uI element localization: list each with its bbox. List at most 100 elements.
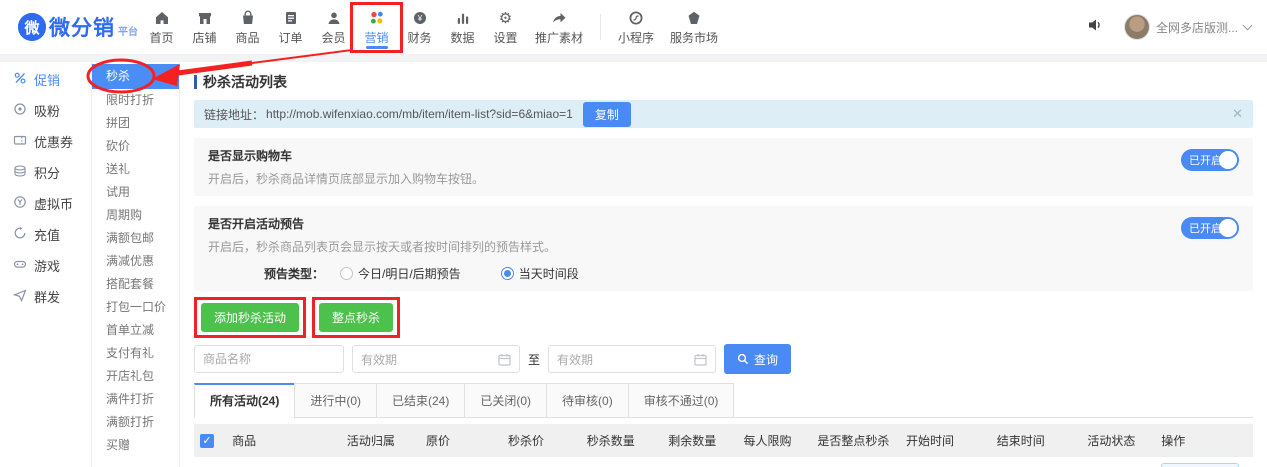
points-icon — [13, 164, 27, 181]
user-menu[interactable]: 全网多店版测... — [1124, 14, 1251, 40]
submenu-item[interactable]: 周期购 — [92, 204, 179, 227]
sidebar-item-virtual-coin[interactable]: 虚拟币 — [0, 188, 91, 219]
link-url: http://mob.wifenxiao.com/mb/item/item-li… — [266, 107, 573, 121]
submenu-item[interactable]: 搭配套餐 — [92, 273, 179, 296]
col-header-price: 原价 — [420, 424, 502, 457]
logo-brand-text: 微分销 — [49, 12, 115, 42]
nav-item-members[interactable]: 会员 — [312, 0, 355, 54]
nav-item-shop[interactable]: 店铺 — [183, 0, 226, 54]
nav-label: 设置 — [493, 29, 517, 46]
sidebar-label: 积分 — [34, 163, 60, 182]
sidebar-item-game[interactable]: 游戏 — [0, 250, 91, 281]
submenu-item[interactable]: 打包一口价 — [92, 296, 179, 319]
submenu-item[interactable]: 砍价 — [92, 135, 179, 158]
tab-closed[interactable]: 已关闭(0) — [464, 383, 547, 418]
tab-label: 待审核(0) — [562, 394, 613, 408]
tab-label: 所有活动(24) — [210, 394, 279, 408]
sidebar-item-fans[interactable]: 吸粉 — [0, 95, 91, 126]
start-date-input[interactable]: 有效期 — [352, 345, 520, 373]
submenu-item[interactable]: 满件打折 — [92, 388, 179, 411]
notice-type-row: 预告类型： 今日/明日/后期预告 当天时间段 — [208, 265, 1239, 282]
end-date-input[interactable]: 有效期 — [548, 345, 716, 373]
submenu-label: 满额打折 — [106, 415, 154, 429]
nav-item-home[interactable]: 首页 — [140, 0, 183, 54]
nav-label: 首页 — [149, 29, 173, 46]
sidebar-item-coupon[interactable]: 优惠券 — [0, 126, 91, 157]
tab-pending-review[interactable]: 待审核(0) — [546, 383, 629, 418]
submenu-item[interactable]: 限时打折 — [92, 89, 179, 112]
submenu-label: 打包一口价 — [106, 300, 166, 314]
coupon-icon — [13, 133, 27, 150]
product-name-input[interactable] — [194, 345, 344, 373]
submenu-label: 送礼 — [106, 162, 130, 176]
tab-label: 审核不通过(0) — [644, 394, 719, 408]
notice-toggle[interactable]: 已开启 — [1181, 217, 1239, 239]
page-title-text: 秒杀活动列表 — [203, 72, 287, 92]
copy-button[interactable]: 复制 — [583, 102, 631, 127]
radio-option-time-slot[interactable]: 当天时间段 — [501, 265, 579, 282]
submenu-item[interactable]: 开店礼包 — [92, 365, 179, 388]
app-logo[interactable]: 微 微分销 平台 — [18, 12, 138, 42]
notice-type-label: 预告类型： — [264, 265, 324, 282]
nav-item-data[interactable]: 数据 — [441, 0, 484, 54]
edit-button[interactable]: 编辑 — [1161, 463, 1239, 467]
goods-icon — [239, 9, 257, 27]
nav-item-miniprogram[interactable]: 小程序 — [610, 0, 662, 54]
radio-unchecked-icon — [340, 267, 353, 280]
submenu-item[interactable]: 拼团 — [92, 112, 179, 135]
toggle-label: 已开启 — [1189, 152, 1222, 168]
nav-item-settings[interactable]: ⚙ 设置 — [484, 0, 527, 54]
submenu-item[interactable]: 送礼 — [92, 158, 179, 181]
nav-item-promote-material[interactable]: 推广素材 — [527, 0, 591, 54]
radio-option-daily-preview[interactable]: 今日/明日/后期预告 — [340, 265, 461, 282]
sidebar-item-broadcast[interactable]: 群发 — [0, 281, 91, 312]
tab-in-progress[interactable]: 进行中(0) — [294, 383, 377, 418]
tab-all-activities[interactable]: 所有活动(24) — [194, 383, 295, 418]
submenu-label: 首单立减 — [106, 323, 154, 337]
add-seckill-button[interactable]: 添加秒杀活动 — [201, 303, 299, 332]
settings-icon: ⚙ — [499, 9, 512, 27]
nav-label: 财务 — [407, 29, 431, 46]
radio-label: 当天时间段 — [519, 265, 579, 282]
submenu-item[interactable]: 满额打折 — [92, 411, 179, 434]
sidebar-label: 游戏 — [34, 256, 60, 275]
select-all-checkbox[interactable]: ✓ — [200, 434, 214, 448]
sidebar-item-promotion[interactable]: 促销 — [0, 64, 91, 95]
cell-owner: 总部 — [341, 457, 420, 467]
cell-limit: 6 — [738, 457, 812, 467]
tab-label: 已关闭(0) — [480, 394, 531, 408]
search-button-label: 查询 — [754, 351, 778, 368]
close-icon[interactable]: ✕ — [1232, 106, 1243, 122]
volume-icon[interactable] — [1086, 17, 1104, 38]
submenu-item[interactable]: 满额包邮 — [92, 227, 179, 250]
fans-icon — [13, 102, 27, 119]
sidebar-item-recharge[interactable]: 充值 — [0, 219, 91, 250]
cart-toggle[interactable]: 已开启 — [1181, 149, 1239, 171]
promote-icon — [550, 9, 568, 27]
nav-item-marketing[interactable]: 营销 — [355, 0, 398, 54]
title-accent-bar — [194, 75, 197, 89]
nav-item-finance[interactable]: ¥ 财务 — [398, 0, 441, 54]
nav-item-orders[interactable]: 订单 — [269, 0, 312, 54]
submenu-item-seckill[interactable]: 秒杀 — [92, 64, 179, 89]
submenu-item[interactable]: 试用 — [92, 181, 179, 204]
sidebar-label: 群发 — [34, 287, 60, 306]
search-button[interactable]: 查询 — [724, 344, 791, 374]
chevron-down-icon — [1243, 21, 1253, 31]
nav-item-service-market[interactable]: 服务市场 — [662, 0, 726, 54]
submenu-item[interactable]: 支付有礼 — [92, 342, 179, 365]
tab-ended[interactable]: 已结束(24) — [376, 383, 465, 418]
search-filter-row: 有效期 至 有效期 查询 — [194, 344, 1253, 374]
notice-section-title: 是否开启活动预告 — [208, 215, 1239, 232]
table-header-row: ✓ 商品 活动归属 原价 秒杀价 秒杀数量 剩余数量 每人限购 是否整点秒杀 开… — [194, 424, 1253, 457]
promotion-submenu: 秒杀 限时打折 拼团 砍价 送礼 试用 周期购 满额包邮 满减优惠 搭配套餐 打… — [92, 62, 180, 467]
date-placeholder: 有效期 — [361, 351, 498, 368]
submenu-item[interactable]: 首单立减 — [92, 319, 179, 342]
sidebar-item-points[interactable]: 积分 — [0, 157, 91, 188]
tab-review-failed[interactable]: 审核不通过(0) — [628, 383, 735, 418]
nav-label: 推广素材 — [535, 29, 583, 46]
nav-item-goods[interactable]: 商品 — [226, 0, 269, 54]
hourly-seckill-button[interactable]: 整点秒杀 — [319, 303, 393, 332]
submenu-item[interactable]: 买赠 — [92, 434, 179, 457]
submenu-item[interactable]: 满减优惠 — [92, 250, 179, 273]
